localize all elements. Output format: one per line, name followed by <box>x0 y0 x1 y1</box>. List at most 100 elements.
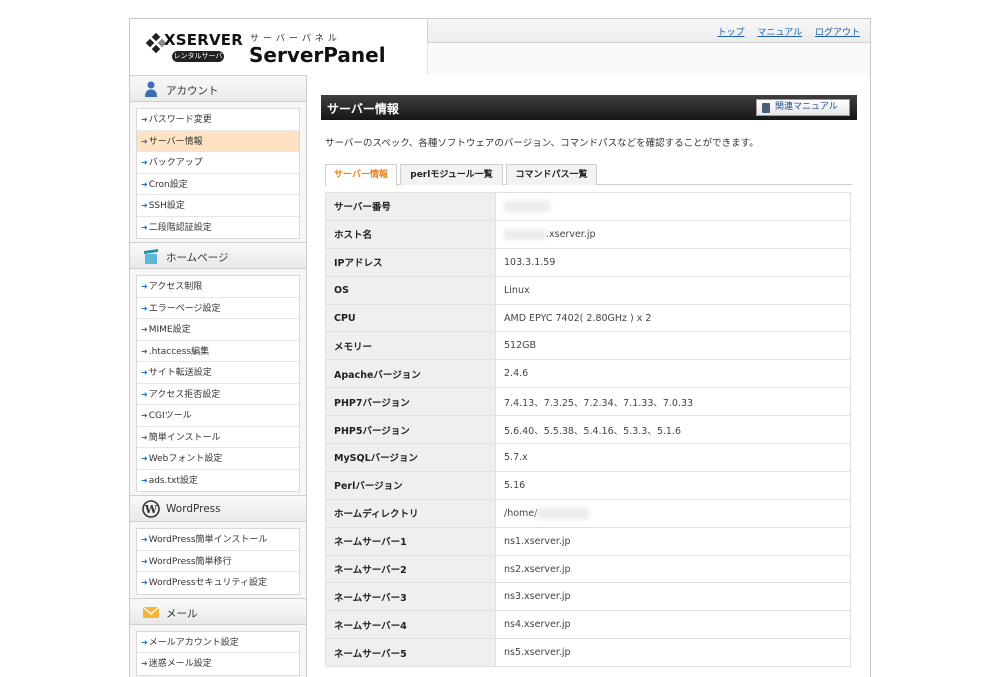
sidebar-item-ads-txt[interactable]: ➜ads.txt設定 <box>137 470 299 492</box>
redacted-value <box>504 228 546 240</box>
sidebar-item-htaccess[interactable]: ➜.htaccess編集 <box>137 341 299 362</box>
row-value: 7.4.13、7.3.25、7.2.34、7.1.33、7.0.33 <box>495 387 851 417</box>
sidebar-item-ssh[interactable]: ➜SSH設定 <box>137 195 299 217</box>
arrow-icon: ➜ <box>141 368 148 377</box>
arrow-icon: ➜ <box>141 637 148 647</box>
row-value: 2.4.6 <box>495 359 851 389</box>
top-bar: トップ マニュアル ログアウト <box>427 19 870 43</box>
menu-mail: ➜メールアカウント設定 ➜迷惑メール設定 <box>136 630 300 676</box>
top-links: トップ マニュアル ログアウト <box>707 25 860 38</box>
table-row: ネームサーバー3 ns3.xserver.jp <box>325 582 851 612</box>
arrow-icon: ➜ <box>141 136 148 146</box>
server-info-table: サーバー番号 ホスト名 .xserver.jp IPアドレス 103.3.1.5… <box>325 192 851 668</box>
page-title: サーバー情報 <box>327 102 399 116</box>
tab-bar: サーバー情報 perlモジュール一覧 コマンドパス一覧 <box>325 164 852 186</box>
menu-account: ➜パスワード変更 ➜サーバー情報 ➜バックアップ ➜Cron設定 ➜SSH設定 … <box>136 108 300 239</box>
sidebar-section-wordpress: W WordPress <box>130 495 306 522</box>
sidebar-item-site-redirect[interactable]: ➜サイト転送設定 <box>137 362 299 384</box>
arrow-icon: ➜ <box>141 115 148 124</box>
row-value <box>495 192 851 221</box>
row-key: PHP7バージョン <box>325 387 496 417</box>
top-link-logout[interactable]: ログアウト <box>815 28 860 38</box>
table-row: Apacheバージョン 2.4.6 <box>325 359 851 389</box>
row-key: IPアドレス <box>325 248 496 277</box>
table-row: ネームサーバー2 ns2.xserver.jp <box>325 555 851 584</box>
row-value: 5.7.x <box>495 443 851 472</box>
table-row: IPアドレス 103.3.1.59 <box>325 248 851 277</box>
arrow-icon: ➜ <box>141 556 148 566</box>
sidebar-item-wp-migrate[interactable]: ➜WordPress簡単移行 <box>137 551 299 572</box>
sidebar-item-webfont[interactable]: ➜Webフォント設定 <box>137 448 299 470</box>
row-key: ホームディレクトリ <box>325 499 496 528</box>
sidebar-item-error-page[interactable]: ➜エラーページ設定 <box>137 298 299 319</box>
svg-text:W: W <box>144 503 158 516</box>
tab-perl-modules[interactable]: perlモジュール一覧 <box>400 164 503 185</box>
tab-command-paths[interactable]: コマンドパス一覧 <box>506 164 597 185</box>
arrow-icon: ➜ <box>141 282 148 291</box>
row-key: CPU <box>325 304 496 333</box>
arrow-icon: ➜ <box>141 535 148 544</box>
sidebar-item-mime[interactable]: ➜MIME設定 <box>137 319 299 341</box>
section-title: アカウント <box>166 85 219 97</box>
sidebar-item-spam[interactable]: ➜迷惑メール設定 <box>137 653 299 675</box>
tab-server-info[interactable]: サーバー情報 <box>325 164 397 186</box>
header: XSERVER レンタルサーバー サーバーパネル ServerPanel トップ… <box>130 19 870 75</box>
related-manual-button[interactable]: 関連マニュアル <box>756 99 850 116</box>
sidebar-item-password[interactable]: ➜パスワード変更 <box>137 109 299 131</box>
main-content: サーバー情報 関連マニュアル サーバーのスペック、各種ソフトウェアのバージョン、… <box>308 75 870 677</box>
row-key: サーバー番号 <box>325 192 496 221</box>
sidebar-item-easy-install[interactable]: ➜簡単インストール <box>137 427 299 448</box>
sidebar-item-access-limit[interactable]: ➜アクセス制限 <box>137 276 299 298</box>
table-row: メモリー 512GB <box>325 331 851 361</box>
table-row: MySQLバージョン 5.7.x <box>325 443 851 472</box>
box-icon <box>144 249 158 264</box>
title-bar: サーバー情報 関連マニュアル <box>321 95 857 120</box>
row-key: OS <box>325 276 496 305</box>
sidebar-item-wp-security[interactable]: ➜WordPressセキュリティ設定 <box>137 572 299 594</box>
table-row: CPU AMD EPYC 7402( 2.80GHz ) x 2 <box>325 304 851 333</box>
arrow-icon: ➜ <box>141 222 148 232</box>
sidebar-item-access-deny[interactable]: ➜アクセス拒否設定 <box>137 384 299 405</box>
top-link-top[interactable]: トップ <box>717 28 744 38</box>
section-title: WordPress <box>166 503 221 515</box>
server-panel-frame: XSERVER レンタルサーバー サーバーパネル ServerPanel トップ… <box>129 18 871 677</box>
table-row: サーバー番号 <box>325 192 851 221</box>
table-row: OS Linux <box>325 276 851 305</box>
manual-button-label: 関連マニュアル <box>775 102 838 112</box>
row-key: ネームサーバー2 <box>325 555 496 584</box>
row-value: ns2.xserver.jp <box>495 555 851 584</box>
sidebar-section-homepage: ホームページ <box>130 242 306 269</box>
redacted-value <box>504 200 550 212</box>
table-row: ネームサーバー1 ns1.xserver.jp <box>325 527 851 556</box>
sidebar-item-2fa[interactable]: ➜二段階認証設定 <box>137 217 299 239</box>
sidebar-item-cgi[interactable]: ➜CGIツール <box>137 405 299 427</box>
row-value: 5.6.40、5.5.38、5.4.16、5.3.3、5.1.6 <box>495 415 851 445</box>
row-value: ns5.xserver.jp <box>495 638 851 668</box>
table-row: PHP5バージョン 5.6.40、5.5.38、5.4.16、5.3.3、5.1… <box>325 415 851 445</box>
panel-name: ServerPanel <box>249 43 386 67</box>
top-link-manual[interactable]: マニュアル <box>757 28 802 38</box>
row-value: 512GB <box>495 331 851 361</box>
logo-area[interactable]: XSERVER レンタルサーバー サーバーパネル ServerPanel <box>130 19 427 75</box>
row-value: ns1.xserver.jp <box>495 527 851 556</box>
row-key: ネームサーバー5 <box>325 638 496 668</box>
sidebar-item-mail-account[interactable]: ➜メールアカウント設定 <box>137 632 299 653</box>
row-value: Linux <box>495 276 851 305</box>
sidebar-section-mail: メール <box>130 597 306 625</box>
row-key: ネームサーバー4 <box>325 610 496 640</box>
sidebar-item-cron[interactable]: ➜Cron設定 <box>137 174 299 195</box>
row-key: Apacheバージョン <box>325 359 496 389</box>
page-description: サーバーのスペック、各種ソフトウェアのバージョン、コマンドパスなどを確認すること… <box>325 138 759 149</box>
arrow-icon: ➜ <box>141 578 148 587</box>
section-title: ホームページ <box>166 252 229 264</box>
table-row: PHP7バージョン 7.4.13、7.3.25、7.2.34、7.1.33、7.… <box>325 387 851 417</box>
person-icon <box>145 81 157 97</box>
row-value: /home/ <box>495 499 851 528</box>
arrow-icon: ➜ <box>141 201 148 210</box>
arrow-icon: ➜ <box>141 158 148 167</box>
table-row: ネームサーバー4 ns4.xserver.jp <box>325 610 851 640</box>
sidebar-item-backup[interactable]: ➜バックアップ <box>137 152 299 174</box>
table-row: Perlバージョン 5.16 <box>325 471 851 500</box>
sidebar-item-server-info[interactable]: ➜サーバー情報 <box>137 130 299 152</box>
sidebar-item-wp-install[interactable]: ➜WordPress簡単インストール <box>137 529 299 551</box>
